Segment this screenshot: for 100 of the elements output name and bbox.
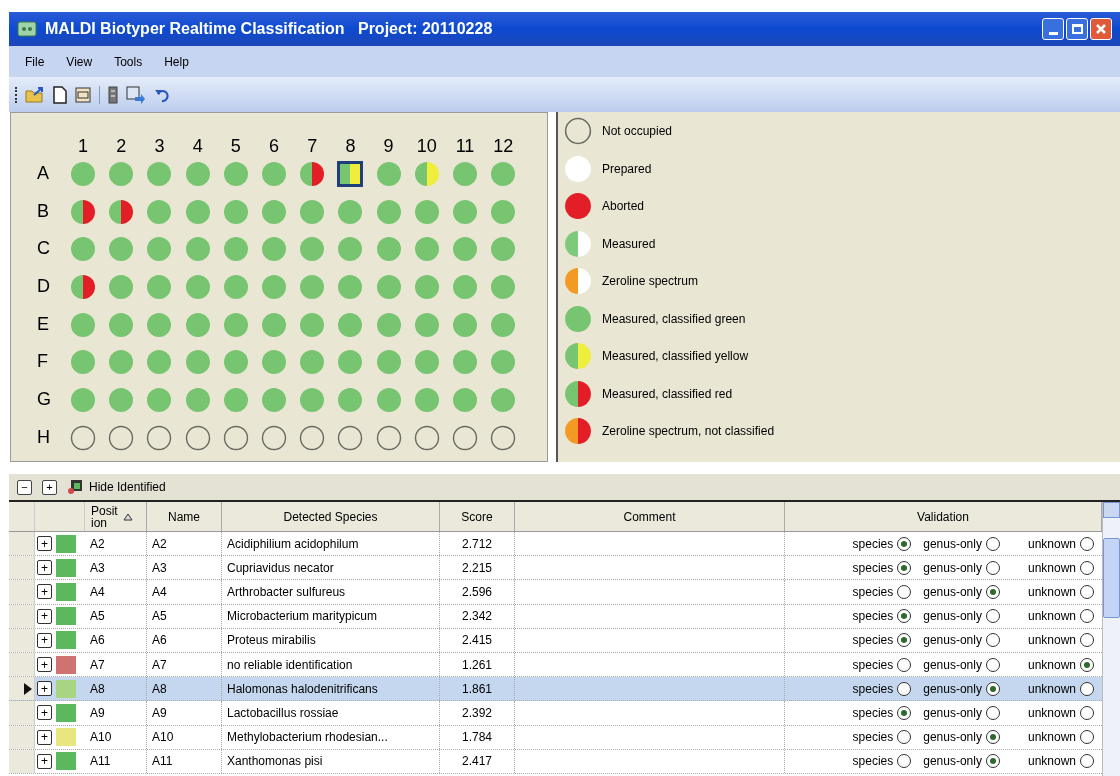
well[interactable] <box>184 424 211 451</box>
validation-radio[interactable]: species <box>852 631 912 650</box>
validation-radio[interactable]: genus-only <box>923 752 1000 771</box>
row-header[interactable] <box>9 677 35 701</box>
validation-radio[interactable]: genus-only <box>923 679 1000 698</box>
validation-radio[interactable]: genus-only <box>923 558 1000 577</box>
validation-radio[interactable]: genus-only <box>923 655 1000 674</box>
legend-label: Aborted <box>602 198 645 215</box>
well[interactable] <box>70 273 97 300</box>
column-header[interactable]: Score <box>440 502 515 531</box>
validation-radio[interactable]: species <box>852 752 912 771</box>
validation-radio[interactable]: species <box>852 582 912 601</box>
selected-well[interactable] <box>337 160 364 187</box>
row-label: G <box>37 388 51 409</box>
validation-radio[interactable]: unknown <box>1027 679 1094 698</box>
table-row[interactable]: + A6 A6 Proteus mirabilis 2.415 species genus-only unknown <box>9 628 1102 653</box>
minimize-button[interactable] <box>1042 18 1064 40</box>
column-header[interactable]: Comment <box>515 502 785 531</box>
column-header[interactable]: Position <box>85 502 147 531</box>
expand-all-button[interactable]: + <box>42 479 57 495</box>
hide-identified-button[interactable]: Hide Identified <box>67 478 166 496</box>
validation-radio[interactable]: genus-only <box>923 607 1000 626</box>
legend-label: Measured, classified green <box>602 310 746 328</box>
validation-radio[interactable]: unknown <box>1027 752 1094 771</box>
validation-radio[interactable]: species <box>852 728 912 747</box>
validation-radio[interactable]: genus-only <box>923 534 1000 553</box>
expand-row-button[interactable]: + <box>37 584 52 600</box>
validation-radio[interactable]: genus-only <box>923 703 1000 722</box>
table-row[interactable]: + A10 A10 Methylobacterium rhodesian... 1.784 species genus-only unknown <box>9 725 1102 750</box>
validation-radio[interactable]: unknown <box>1027 607 1094 626</box>
well[interactable] <box>299 160 326 187</box>
well[interactable] <box>108 198 135 225</box>
open-folder-icon[interactable] <box>25 85 45 104</box>
table-row[interactable]: + A11 A11 Xanthomonas pisi 2.417 species genus-only unknown <box>9 749 1102 774</box>
expand-row-button[interactable]: + <box>37 729 52 745</box>
validation-radio[interactable]: unknown <box>1027 582 1094 601</box>
window-icon[interactable] <box>75 86 91 103</box>
well[interactable] <box>222 424 249 451</box>
menu-item[interactable]: File <box>25 52 45 71</box>
close-button[interactable] <box>1090 18 1112 40</box>
validation-radio[interactable]: unknown <box>1027 703 1094 722</box>
validation-radio[interactable]: species <box>852 558 912 577</box>
maximize-button[interactable] <box>1066 18 1088 40</box>
table-cell: A2 <box>85 532 147 556</box>
table-row[interactable]: + A8 A8 Halomonas halodenitrificans 1.861 species genus-only unknown <box>9 677 1102 702</box>
validation-radio[interactable]: species <box>852 655 912 674</box>
table-cell: Proteus mirabilis <box>222 628 440 652</box>
row-label: H <box>37 426 50 447</box>
well[interactable] <box>375 424 402 451</box>
validation-radio[interactable]: genus-only <box>923 631 1000 650</box>
table-row[interactable]: + A9 A9 Lactobacillus rossiae 2.392 species genus-only unknown <box>9 701 1102 726</box>
expand-row-button[interactable]: + <box>37 536 52 552</box>
well[interactable] <box>70 424 97 451</box>
validation-radio[interactable]: unknown <box>1027 655 1094 674</box>
well[interactable] <box>337 424 364 451</box>
validation-radio[interactable]: genus-only <box>923 728 1000 747</box>
validation-radio[interactable]: genus-only <box>923 582 1000 601</box>
expand-row-button[interactable]: + <box>37 608 52 624</box>
validation-radio[interactable]: unknown <box>1027 534 1094 553</box>
menu-item[interactable]: Help <box>164 52 189 71</box>
table-row[interactable]: + A7 A7 no reliable identification 1.261 species genus-only unknown <box>9 652 1102 678</box>
well[interactable] <box>146 424 173 451</box>
table-row[interactable]: + A2 A2 Acidiphilium acidophilum 2.712 species genus-only unknown <box>9 532 1102 557</box>
well[interactable] <box>70 198 97 225</box>
device-icon[interactable] <box>108 85 118 104</box>
expand-row-button[interactable]: + <box>37 632 52 648</box>
well[interactable] <box>261 424 288 451</box>
table-row[interactable]: + A4 A4 Arthrobacter sulfureus 2.596 species genus-only unknown <box>9 580 1102 605</box>
table-cell: 2.342 <box>440 604 515 628</box>
validation-radio[interactable]: species <box>852 679 912 698</box>
scrollbar[interactable] <box>1102 502 1120 776</box>
expand-row-button[interactable]: + <box>37 705 52 721</box>
expand-row-button[interactable]: + <box>37 657 52 673</box>
new-document-icon[interactable] <box>53 85 67 104</box>
validation-radio[interactable]: species <box>852 607 912 626</box>
expand-row-button[interactable]: + <box>37 560 52 576</box>
export-image-icon[interactable] <box>126 85 146 104</box>
expand-row-button[interactable]: + <box>37 681 52 697</box>
well[interactable] <box>451 424 478 451</box>
validation-radio[interactable]: unknown <box>1027 558 1094 577</box>
collapse-all-button[interactable]: − <box>17 479 32 495</box>
well[interactable] <box>490 424 517 451</box>
table-cell: A9 <box>147 701 222 725</box>
column-header[interactable]: Name <box>147 502 222 531</box>
column-header[interactable]: Detected Species <box>222 502 440 531</box>
menu-item[interactable]: Tools <box>114 52 143 71</box>
validation-radio[interactable]: unknown <box>1027 728 1094 747</box>
expand-row-button[interactable]: + <box>37 753 52 769</box>
table-row[interactable]: + A3 A3 Cupriavidus necator 2.215 species genus-only unknown <box>9 556 1102 581</box>
table-row[interactable]: + A5 A5 Microbacterium maritypicum 2.342 species genus-only unknown <box>9 604 1102 629</box>
well[interactable] <box>108 424 135 451</box>
column-label: 4 <box>192 137 203 155</box>
validation-radio[interactable]: species <box>852 703 912 722</box>
legend-label: Measured <box>602 235 656 253</box>
menu-item[interactable]: View <box>66 52 93 71</box>
validation-radio[interactable]: species <box>852 534 912 553</box>
well[interactable] <box>413 424 440 451</box>
validation-radio[interactable]: unknown <box>1027 631 1094 650</box>
table-cell: A11 <box>147 749 222 773</box>
well[interactable] <box>299 424 326 451</box>
